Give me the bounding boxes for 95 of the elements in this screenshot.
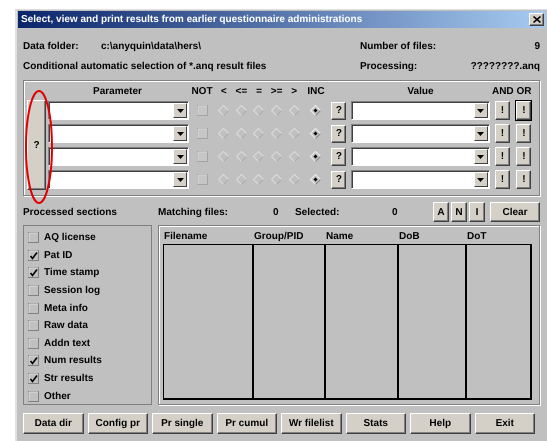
value-dropdown[interactable]: [350, 170, 490, 189]
column-header: NOT: [190, 86, 214, 96]
select-button[interactable]: I: [469, 202, 485, 222]
help-button[interactable]: ?: [331, 124, 346, 142]
clear-button[interactable]: Clear: [490, 202, 540, 222]
column-header: >=: [270, 86, 284, 96]
column-header: Value: [406, 86, 435, 96]
match-count: 0: [273, 206, 280, 218]
selected-count: 0: [392, 206, 399, 218]
command-button[interactable]: Pr cumul: [216, 413, 277, 434]
column-header: OR: [515, 86, 532, 96]
select-button[interactable]: A: [433, 202, 449, 222]
checkbox-label: Meta info: [44, 302, 88, 314]
checkbox[interactable]: [28, 338, 39, 349]
help-button[interactable]: ?: [331, 148, 346, 166]
column-header: >: [290, 86, 298, 96]
command-button[interactable]: Exit: [474, 413, 535, 434]
column-header: DoB: [399, 230, 421, 242]
column-header: <: [220, 86, 228, 96]
radio-button[interactable]: [310, 151, 322, 162]
checkbox[interactable]: [28, 302, 39, 314]
parameter-dropdown[interactable]: [48, 170, 189, 189]
checkbox[interactable]: [28, 320, 39, 332]
checkbox[interactable]: [28, 373, 39, 384]
checkbox[interactable]: [28, 267, 39, 278]
radio-button[interactable]: [310, 174, 322, 185]
command-button[interactable]: Data dir: [23, 413, 84, 434]
checkbox-label: Session log: [44, 285, 100, 296]
help-button[interactable]: ?: [331, 170, 346, 188]
value-dropdown[interactable]: [350, 101, 490, 120]
parameter-dropdown[interactable]: [48, 124, 189, 143]
column-header: DoT: [467, 230, 488, 242]
or-button[interactable]: !: [516, 147, 532, 166]
select-button[interactable]: N: [451, 202, 467, 222]
parameter-dropdown[interactable]: [48, 101, 189, 120]
value-dropdown[interactable]: [350, 124, 490, 143]
command-button[interactable]: Stats: [346, 413, 406, 434]
command-button[interactable]: Help: [410, 413, 470, 434]
checkbox-label: Num results: [44, 355, 102, 366]
command-button[interactable]: Config pr: [88, 413, 148, 434]
and-button[interactable]: !: [494, 124, 510, 143]
column-header: Group/PID: [254, 230, 304, 242]
field-label: Data folder:: [23, 40, 80, 54]
and-button[interactable]: !: [494, 147, 510, 166]
checkbox[interactable]: [28, 355, 39, 366]
radio-button[interactable]: [310, 128, 322, 139]
checkbox-label: Other: [44, 390, 71, 402]
file-pattern: ????????.anq: [470, 60, 540, 74]
caret-icon: [477, 178, 484, 182]
caret-icon: [176, 178, 184, 182]
command-button[interactable]: Pr single: [152, 413, 212, 434]
column-header: Name: [326, 230, 354, 242]
or-button[interactable]: !: [516, 170, 532, 189]
checkbox[interactable]: [28, 390, 39, 402]
column-header: <=: [234, 86, 248, 96]
checkbox[interactable]: [28, 285, 39, 296]
caret-icon: [477, 132, 484, 136]
command-button[interactable]: Wr filelist: [281, 413, 342, 434]
and-button[interactable]: !: [494, 170, 510, 189]
caret-icon: [477, 154, 484, 158]
column-header: Filename: [164, 230, 208, 242]
parameter-dropdown[interactable]: [48, 147, 189, 166]
checkbox-label: AQ license: [44, 232, 96, 244]
window-title: Select, view and print results from earlier questionnaire administrations: [21, 14, 362, 25]
and-button[interactable]: !: [494, 101, 510, 120]
caret-icon: [176, 154, 184, 158]
folder-path: c:\anyquin\data\hers\: [101, 40, 202, 54]
caret-icon: [176, 132, 184, 136]
checkbox-label: Raw data: [44, 320, 88, 332]
column-header: Parameter: [92, 86, 143, 96]
checkbox[interactable]: [28, 232, 39, 244]
or-button[interactable]: !: [516, 101, 532, 120]
value-dropdown[interactable]: [350, 147, 490, 166]
help-button[interactable]: ?: [27, 100, 46, 190]
help-button[interactable]: ?: [331, 102, 346, 120]
section-heading: Processed sections: [23, 206, 118, 218]
checkbox-label: Pat ID: [44, 250, 72, 261]
close-button[interactable]: [529, 13, 544, 26]
column-header: AND: [492, 86, 513, 96]
or-button[interactable]: !: [516, 124, 532, 143]
checkbox-label: Time stamp: [44, 267, 100, 278]
caret-icon: [477, 108, 484, 112]
checkbox-label: Str results: [44, 373, 94, 384]
field-label: Selected:: [295, 206, 340, 218]
caret-icon: [176, 108, 184, 112]
file-count: 9: [533, 40, 540, 54]
checkbox[interactable]: [28, 250, 39, 261]
field-label: Number of files:: [360, 40, 438, 54]
radio-button[interactable]: [310, 105, 322, 116]
column-header: INC: [306, 86, 326, 96]
checkbox-label: Addn text: [44, 338, 90, 349]
field-label: Matching files:: [158, 206, 230, 218]
close-icon: [532, 16, 540, 23]
column-header: =: [255, 86, 263, 96]
section-heading: Conditional automatic selection of *.anq result files: [23, 60, 268, 74]
